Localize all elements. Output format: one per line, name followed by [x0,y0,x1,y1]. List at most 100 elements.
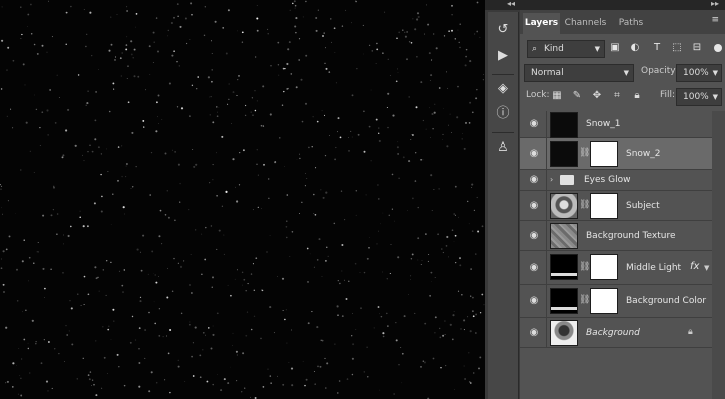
layer-row-background-color[interactable]: ◉ ⛓︎ Background Color [520,285,712,318]
snow-particle [126,6,128,8]
snow-particle [155,17,158,19]
snow-particle [218,107,220,108]
snow-particle [35,108,38,111]
eye-icon[interactable]: ◉ [528,230,540,241]
link-icon[interactable]: ⛓︎ [579,295,590,305]
snow-particle [27,26,28,27]
snow-particle [431,112,434,116]
filter-kind-select[interactable]: ⌕ Kind ▼ [527,40,605,58]
snow-particle [210,347,213,350]
layer-row-subject[interactable]: ◉ ⛓︎ Subject [520,191,712,221]
lock-artboard-icon[interactable]: ⌗ [610,89,624,103]
snow-particle [425,233,427,235]
snow-particle [464,378,466,380]
history-icon[interactable]: ↺ [492,20,514,40]
panel-menu-icon[interactable]: ≡ [711,15,719,25]
shape-filter-icon[interactable]: ⬚ [670,41,684,55]
layer-row-eyes-glow[interactable]: ◉ › Eyes Glow [520,170,712,191]
chevron-down-icon[interactable]: ▼ [704,264,709,272]
snow-particle [326,362,329,365]
snow-particle [56,74,58,76]
eye-icon[interactable]: ◉ [528,262,540,273]
snow-particle [212,179,214,181]
snow-particle [110,43,113,46]
document-canvas[interactable] [0,0,485,399]
snow-particle [291,329,292,331]
snow-particle [153,41,155,43]
3d-icon[interactable]: ◈ [492,79,514,99]
layer-row-middle-light[interactable]: ◉ ⛓︎ Middle Light fx ▼ [520,251,712,285]
snow-particle [23,239,25,241]
smart-object-filter-icon[interactable]: ⊟ [690,41,704,55]
snow-particle [305,173,307,174]
opacity-field[interactable]: 100% ▼ [676,64,722,82]
snow-particle [472,315,475,318]
fill-field[interactable]: 100% ▼ [676,88,722,106]
snow-particle [454,234,457,237]
snow-particle [387,126,389,129]
snow-particle [133,75,136,78]
blend-row: Normal ▼ Opacity: 100% ▼ [524,64,722,82]
snow-particle [325,67,328,70]
snow-particle [292,2,294,5]
collapse-toolstrip-button[interactable]: ◂◂ [507,0,515,8]
layer-mask-thumbnail [590,288,618,314]
snow-particle [476,89,478,91]
snow-particle [129,341,132,344]
layer-row-snow-2[interactable]: ◉ ⛓︎ Snow_2 [520,138,712,170]
layer-row-snow-1[interactable]: ◉ Snow_1 [520,111,712,138]
snow-particle [471,187,473,189]
snow-particle [238,75,240,77]
chevron-right-icon[interactable]: › [550,175,553,184]
lock-transparent-pixels-icon[interactable]: ▦ [550,89,564,103]
tab-paths[interactable]: Paths [612,13,650,34]
snow-particle [135,13,138,15]
eye-icon[interactable]: ◉ [528,327,540,338]
eye-icon[interactable]: ◉ [528,118,540,129]
snow-particle [470,295,472,297]
layers-scrollbar[interactable] [712,111,725,399]
layer-row-background[interactable]: ◉ Background 🔒︎ [520,318,712,348]
snow-particle [177,262,179,264]
snow-particle [42,214,45,217]
snow-particle [285,225,288,228]
layer-row-background-texture[interactable]: ◉ Background Texture [520,221,712,251]
eye-icon[interactable]: ◉ [528,200,540,211]
eye-icon[interactable]: ◉ [528,148,540,159]
snow-canvas-image [0,0,485,399]
tab-channels[interactable]: Channels [562,13,609,34]
snow-particle [125,48,128,51]
lock-position-icon[interactable]: ✥ [590,89,604,103]
eye-icon[interactable]: ◉ [528,295,540,306]
collapse-panels-button[interactable]: ▸▸ [711,0,719,8]
blend-mode-select[interactable]: Normal ▼ [524,64,634,82]
play-action-icon[interactable]: ▶ [492,46,514,66]
link-icon[interactable]: ⛓︎ [579,262,590,272]
eye-icon[interactable]: ◉ [528,174,540,185]
snow-particle [468,223,470,225]
snow-particle [180,312,183,315]
snow-particle [322,196,325,199]
clone-source-icon[interactable]: ♙ [492,138,514,158]
adjustment-filter-icon[interactable]: ◐ [628,41,642,55]
snow-particle [174,151,176,153]
info-icon[interactable]: ⓘ [492,104,514,124]
type-filter-icon[interactable]: T [650,41,664,55]
lock-all-icon[interactable]: 🔒︎ [630,89,644,103]
snow-particle [268,197,270,199]
tab-layers[interactable]: Layers [523,13,560,34]
image-filter-icon[interactable]: ▣ [608,41,622,55]
layer-effects-icon[interactable]: fx [690,261,699,272]
snow-particle [209,182,211,184]
snow-particle [448,256,449,258]
link-icon[interactable]: ⛓︎ [579,200,590,210]
filter-toggle-icon[interactable] [714,44,722,52]
snow-particle [211,286,213,288]
link-icon[interactable]: ⛓︎ [579,148,590,158]
snow-particle [46,109,49,112]
snow-particle [417,259,419,261]
lock-image-pixels-icon[interactable]: ✎ [570,89,584,103]
snow-particle [458,41,460,44]
snow-particle [223,253,225,255]
snow-particle [423,33,426,35]
